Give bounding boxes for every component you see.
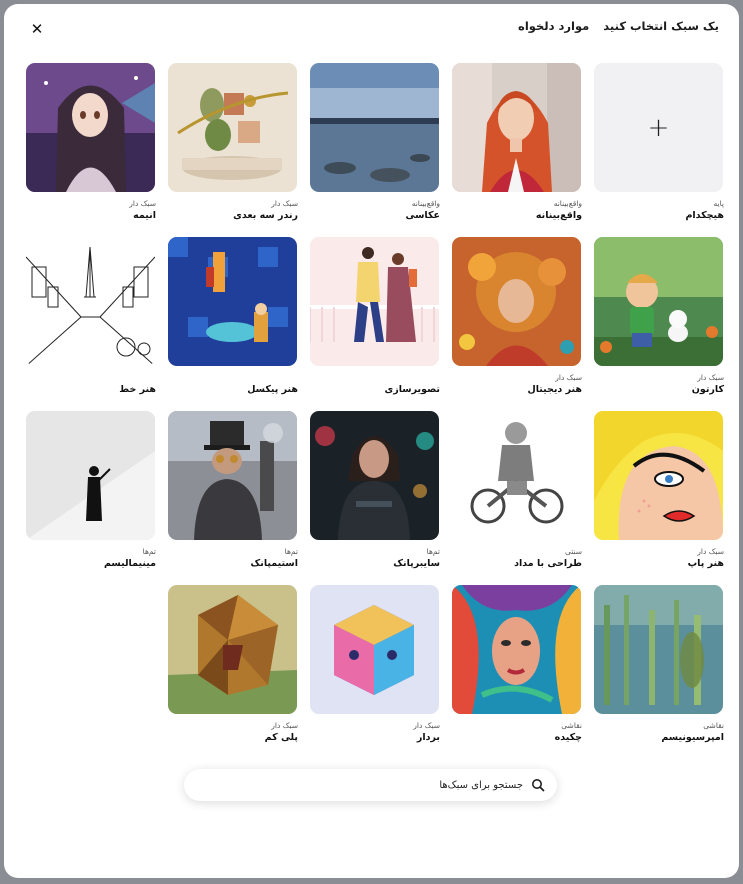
style-card-pixel[interactable]: هنر پیکسل [168, 237, 298, 395]
style-thumbnail[interactable] [452, 411, 581, 540]
style-category: سبک دار [697, 547, 724, 556]
close-icon[interactable]: ✕ [26, 18, 48, 40]
search-input[interactable]: جستجو برای سبک‌ها [439, 780, 523, 791]
style-thumbnail[interactable] [310, 237, 439, 366]
style-category: نقاشی [561, 721, 582, 730]
style-card-popart[interactable]: سبک دار هنر پاپ [594, 411, 724, 569]
style-category [310, 373, 440, 382]
style-label: تصویرسازی [384, 384, 440, 395]
style-label: عکاسی [405, 210, 440, 221]
style-category: تم‌ها [142, 547, 156, 556]
style-label: هیچکدام [685, 210, 724, 221]
style-thumbnail[interactable] [168, 63, 297, 192]
style-label: انیمه [133, 210, 156, 221]
style-card-render3d[interactable]: سبک دار رندر سه بعدی [168, 63, 298, 221]
style-category: سبک دار [271, 721, 298, 730]
style-category: سبک دار [413, 721, 440, 730]
style-label: واقع‌بینانه [535, 210, 582, 221]
style-label: مینیمالیسم [103, 558, 156, 569]
search-bar[interactable]: جستجو برای سبک‌ها [184, 769, 557, 801]
style-thumbnail[interactable] [168, 237, 297, 366]
style-label: هنر دیجیتال [527, 384, 582, 395]
style-thumbnail[interactable] [310, 411, 439, 540]
style-card-minimalism[interactable]: تم‌ها مینیمالیسم [26, 411, 156, 569]
add-style-thumbnail[interactable]: + [594, 63, 723, 192]
style-thumbnail[interactable] [310, 63, 439, 192]
style-card-pencil[interactable]: سنتی طراحی با مداد [452, 411, 582, 569]
style-category: سبک دار [555, 373, 582, 382]
style-thumbnail[interactable] [452, 585, 581, 714]
style-label: طراحی با مداد [514, 558, 582, 569]
style-category: سبک دار [129, 199, 156, 208]
style-card-illustration[interactable]: تصویرسازی [310, 237, 440, 395]
style-label: پلی کم [264, 732, 298, 743]
style-card-impressionism[interactable]: نقاشی امپرسیونیسم [594, 585, 724, 743]
style-label: هنر پاپ [687, 558, 724, 569]
style-thumbnail[interactable] [452, 63, 581, 192]
style-card-digital[interactable]: سبک دار هنر دیجیتال [452, 237, 582, 395]
style-label: چکیده [554, 732, 582, 743]
style-label: کارتون [691, 384, 724, 395]
style-thumbnail[interactable] [168, 411, 297, 540]
style-thumbnail[interactable] [168, 585, 297, 714]
style-card-cartoon[interactable]: سبک دار کارتون [594, 237, 724, 395]
style-card-anime[interactable]: سبک دار انیمه [26, 63, 156, 221]
style-card-drip[interactable]: نقاشی چکیده [452, 585, 582, 743]
style-category: پایه [713, 199, 724, 208]
style-label: هنر خط [119, 384, 156, 395]
style-category: تم‌ها [284, 547, 298, 556]
style-card-cyberpunk[interactable]: تم‌ها سایبرپانک [310, 411, 440, 569]
styles-grid: + پایه هیچکدام واقع‌بینانه واقع‌بینانه واقع… [22, 63, 724, 753]
style-card-vector[interactable]: سبک دار بردار [310, 585, 440, 743]
style-thumbnail[interactable] [594, 585, 723, 714]
style-thumbnail[interactable] [26, 411, 155, 540]
style-label: بردار [416, 732, 440, 743]
style-card-none[interactable]: + پایه هیچکدام [594, 63, 724, 221]
style-thumbnail[interactable] [452, 237, 581, 366]
style-category: واقع‌بینانه [411, 199, 440, 208]
header-tabs: یک سبک انتخاب کنید موارد دلخواه [518, 19, 719, 33]
style-category: سبک دار [271, 199, 298, 208]
style-thumbnail[interactable] [310, 585, 439, 714]
style-category [168, 373, 298, 382]
style-label: استیمپانک [250, 558, 298, 569]
style-thumbnail[interactable] [26, 237, 155, 366]
style-card-lineart[interactable]: هنر خط [26, 237, 156, 395]
search-icon[interactable] [531, 778, 545, 792]
style-card-realistic[interactable]: واقع‌بینانه واقع‌بینانه [452, 63, 582, 221]
tab-favorites[interactable]: موارد دلخواه [518, 19, 589, 33]
style-card-photography[interactable]: واقع‌بینانه عکاسی [310, 63, 440, 221]
style-label: امپرسیونیسم [661, 732, 724, 743]
style-picker-modal: ✕ یک سبک انتخاب کنید موارد دلخواه + پایه ه… [4, 4, 739, 878]
style-card-steampunk[interactable]: تم‌ها استیمپانک [168, 411, 298, 569]
style-thumbnail[interactable] [594, 237, 723, 366]
style-category [26, 373, 156, 382]
style-label: رندر سه بعدی [233, 210, 298, 221]
style-category: تم‌ها [426, 547, 440, 556]
style-thumbnail[interactable] [26, 63, 155, 192]
style-category: نقاشی [703, 721, 724, 730]
plus-icon: + [647, 112, 670, 143]
style-category: سبک دار [697, 373, 724, 382]
style-category: واقع‌بینانه [553, 199, 582, 208]
tab-choose-style[interactable]: یک سبک انتخاب کنید [603, 19, 719, 33]
style-category: سنتی [564, 547, 582, 556]
style-card-lowpoly[interactable]: سبک دار پلی کم [168, 585, 298, 743]
style-label: سایبرپانک [393, 558, 440, 569]
style-label: هنر پیکسل [247, 384, 298, 395]
style-thumbnail[interactable] [594, 411, 723, 540]
